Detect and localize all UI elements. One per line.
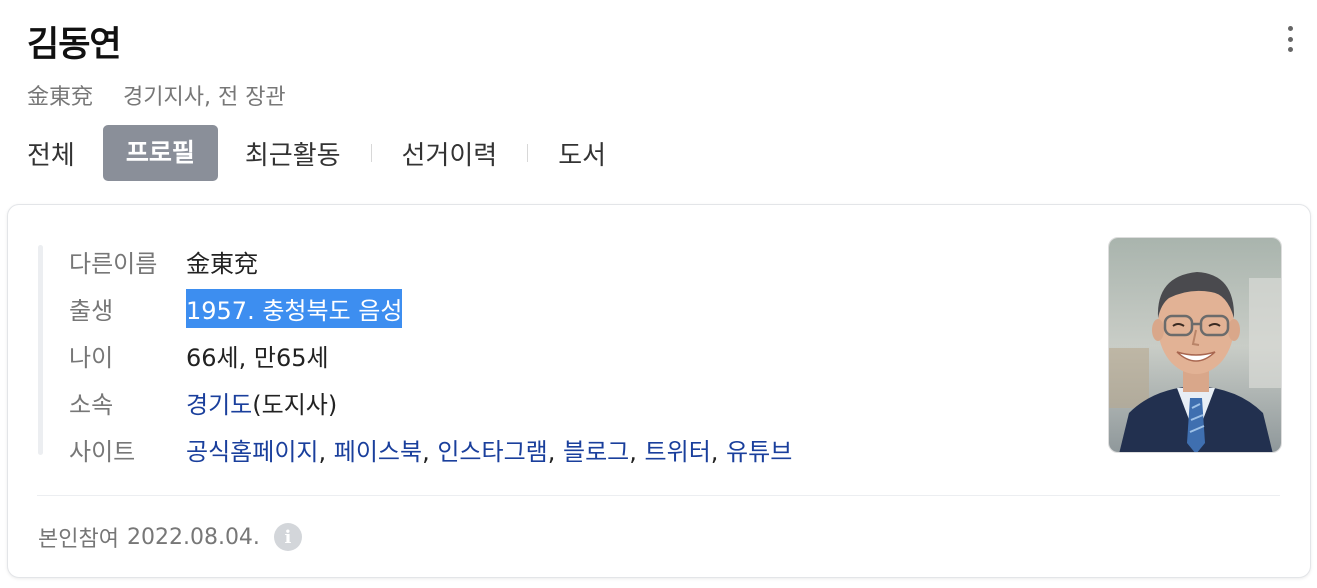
info-value: 66세, 만65세 bbox=[186, 344, 329, 372]
portrait-illustration bbox=[1109, 238, 1281, 452]
site-separator: , bbox=[422, 438, 438, 466]
site-separator: , bbox=[547, 438, 564, 466]
site-separator: , bbox=[629, 438, 645, 466]
subtitle-line: 金東兗 경기지사, 전 장관 bbox=[27, 79, 286, 111]
tab-books[interactable]: 도서 bbox=[558, 135, 606, 172]
info-list: 다른이름 金東兗 출생 1957. 충청북도 음성 나이 66세, 만65세 소… bbox=[69, 238, 792, 473]
info-row-birth: 출생 1957. 충청북도 음성 bbox=[69, 285, 792, 332]
affiliation-link[interactable]: 경기도 bbox=[186, 391, 252, 419]
more-options-icon[interactable] bbox=[1280, 24, 1300, 54]
tab-election-history[interactable]: 선거이력 bbox=[402, 135, 498, 172]
affiliation-role: (도지사) bbox=[252, 391, 338, 419]
info-accent-bar bbox=[38, 245, 43, 455]
site-link-instagram[interactable]: 인스타그램 bbox=[437, 438, 547, 466]
participation-date: 2022.08.04. bbox=[126, 524, 260, 550]
tab-separator bbox=[527, 144, 529, 162]
card-divider bbox=[37, 495, 1280, 496]
person-name: 김동연 bbox=[27, 25, 122, 65]
tab-bar: 전체 프로필 최근활동 선거이력 도서 bbox=[27, 125, 606, 181]
info-row-age: 나이 66세, 만65세 bbox=[69, 332, 792, 379]
info-row-sites: 사이트 공식홈페이지, 페이스북, 인스타그램, 블로그, 트위터, 유튜브 bbox=[69, 426, 792, 473]
tab-profile[interactable]: 프로필 bbox=[102, 125, 218, 181]
dot bbox=[1287, 26, 1293, 31]
profile-card: 다른이름 金東兗 출생 1957. 충청북도 음성 나이 66세, 만65세 소… bbox=[7, 204, 1311, 578]
tab-all[interactable]: 전체 bbox=[27, 135, 75, 172]
info-label: 사이트 bbox=[69, 438, 136, 466]
info-row-other-name: 다른이름 金東兗 bbox=[69, 238, 792, 285]
info-row-affiliation: 소속 경기도(도지사) bbox=[69, 379, 792, 426]
dot bbox=[1287, 47, 1293, 52]
info-label: 출생 bbox=[69, 297, 114, 325]
site-separator: , bbox=[710, 438, 727, 466]
hanja-name: 金東兗 bbox=[27, 85, 94, 110]
info-label: 다른이름 bbox=[69, 250, 158, 278]
tab-separator bbox=[370, 144, 372, 162]
info-value: 金東兗 bbox=[186, 250, 258, 278]
profile-photo[interactable] bbox=[1108, 237, 1282, 453]
tab-recent-activity[interactable]: 최근활동 bbox=[245, 135, 341, 172]
info-value-selected: 1957. 충청북도 음성 bbox=[186, 289, 403, 328]
info-label: 나이 bbox=[69, 344, 114, 372]
site-link-youtube[interactable]: 유튜브 bbox=[726, 438, 792, 466]
dot bbox=[1287, 36, 1293, 42]
person-description: 경기지사, 전 장관 bbox=[123, 85, 286, 110]
site-link-homepage[interactable]: 공식홈페이지 bbox=[186, 438, 318, 466]
site-link-twitter[interactable]: 트위터 bbox=[645, 438, 711, 466]
self-participation-label: 본인참여 bbox=[38, 527, 119, 552]
info-label: 소속 bbox=[69, 391, 114, 419]
site-link-blog[interactable]: 블로그 bbox=[563, 438, 629, 466]
card-footer: 본인참여 2022.08.04. i bbox=[38, 521, 302, 553]
info-icon[interactable]: i bbox=[273, 523, 302, 551]
site-separator: , bbox=[318, 438, 334, 466]
site-links: 공식홈페이지, 페이스북, 인스타그램, 블로그, 트위터, 유튜브 bbox=[186, 432, 792, 467]
site-link-facebook[interactable]: 페이스북 bbox=[334, 438, 422, 466]
